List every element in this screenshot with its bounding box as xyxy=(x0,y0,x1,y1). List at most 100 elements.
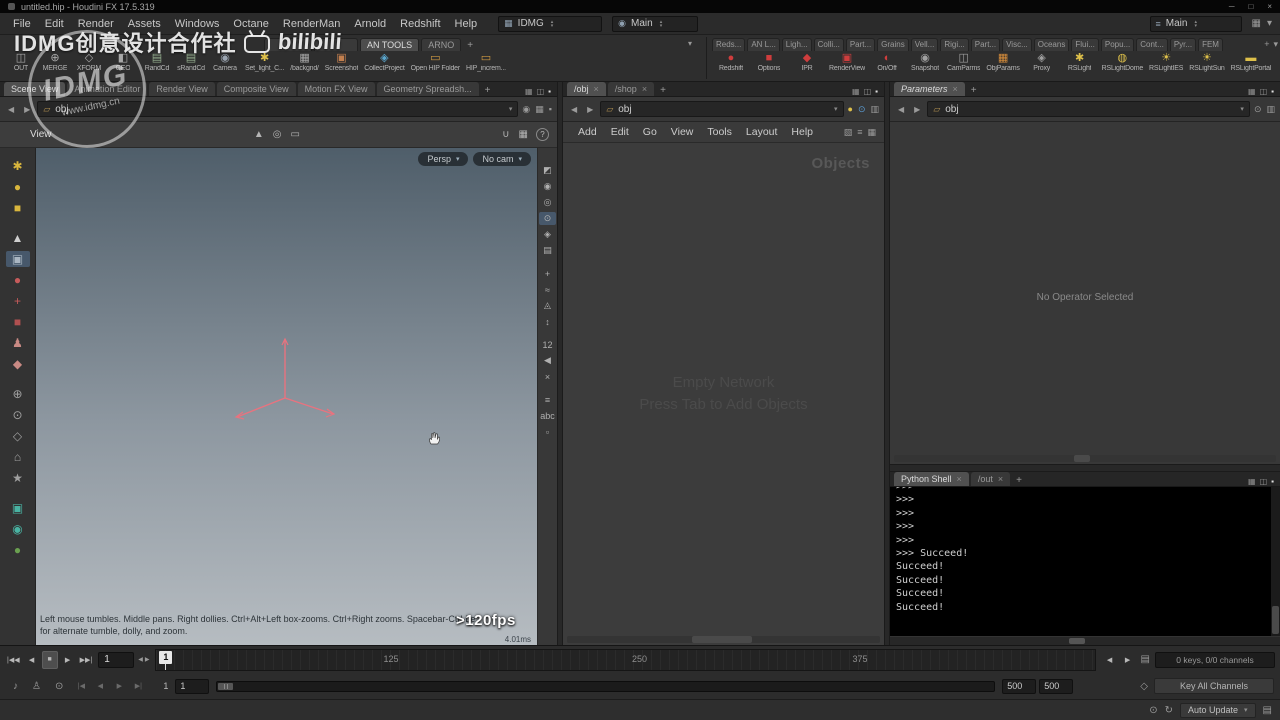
shelf-tool-randcd[interactable]: ▤ RandCd xyxy=(140,51,174,73)
shelf-tool-rslightdome[interactable]: ◍ RSLightDome xyxy=(1099,51,1146,73)
shelf-tab[interactable]: Rigi... xyxy=(940,38,968,51)
forward-button[interactable]: ▶ xyxy=(584,104,596,115)
pane-tab-list-icon[interactable]: ▦ xyxy=(852,87,860,96)
add-pane-tab-button[interactable]: + xyxy=(967,85,981,96)
select-arrow-icon[interactable]: ▲ xyxy=(254,129,264,140)
shelf-tool-screenshot[interactable]: ▣ Screenshot xyxy=(322,51,361,73)
rotate-tool-icon[interactable]: ● xyxy=(6,272,30,288)
range-fwd-icon[interactable]: ▶ xyxy=(111,677,127,695)
chevron-down-icon[interactable]: ▾ xyxy=(1273,39,1278,50)
shelf-tab[interactable]: FEM xyxy=(1198,38,1223,51)
timeline-ruler[interactable]: 1 125250375 xyxy=(155,649,1095,671)
translate-tool-icon[interactable]: + xyxy=(6,293,30,309)
shelf-tab[interactable]: AN TOOLS xyxy=(360,38,419,51)
shelf-tab[interactable]: Part... xyxy=(846,38,875,51)
desktop-combo[interactable]: ▦ IDMG ▴▾ xyxy=(498,16,602,32)
shelf-tab[interactable]: Colli... xyxy=(814,38,844,51)
tool-icon-17[interactable]: ◉ xyxy=(6,521,30,537)
display-normals-icon[interactable]: ⊙ xyxy=(539,212,556,225)
shelf-tool-rslight[interactable]: ✱ RSLight xyxy=(1061,51,1099,73)
realtime-clock-icon[interactable]: ⊙ xyxy=(52,681,66,692)
menu-item[interactable]: Redshift xyxy=(393,16,447,32)
help-icon[interactable]: ? xyxy=(536,128,549,141)
pane-tab-list-icon[interactable]: ▦ xyxy=(1248,87,1256,96)
grid-flag-icon[interactable]: ▦ xyxy=(535,104,544,115)
recook-icon[interactable]: ↻ xyxy=(1165,705,1173,716)
menu-item[interactable]: Octane xyxy=(226,16,275,32)
close-icon[interactable]: × xyxy=(998,474,1003,484)
shelf-tab[interactable]: Ligh... xyxy=(782,38,812,51)
range-start-field[interactable]: 1 xyxy=(175,679,209,694)
chevron-down-icon[interactable]: ▾ xyxy=(1267,18,1272,29)
pane-split-icon[interactable]: ◫ xyxy=(1260,87,1268,96)
close-icon[interactable]: × xyxy=(953,84,958,94)
shelf-tab[interactable]: Grains xyxy=(877,38,909,51)
snap-icon[interactable]: ∪ xyxy=(502,129,509,140)
shelf-tool-open-hip-folder[interactable]: ▭ Open HIP Folder xyxy=(408,51,463,73)
viewport[interactable]: Persp ▾ No cam ▾ xyxy=(36,148,537,645)
select-tool-icon[interactable]: ▲ xyxy=(6,230,30,246)
pane-tab[interactable]: Python Shell × xyxy=(894,472,969,486)
menu-item[interactable]: Layout xyxy=(739,125,785,139)
current-frame-field[interactable]: 1 xyxy=(98,652,134,668)
customize-icon[interactable]: ▧ xyxy=(844,127,853,138)
shelf-tool-options[interactable]: ■ Options xyxy=(750,51,788,73)
tool-icon-16[interactable]: ▣ xyxy=(6,500,30,516)
shelf-tool-camera[interactable]: ◉ Camera xyxy=(208,51,242,73)
forward-button[interactable]: ▶ xyxy=(21,104,33,115)
network-canvas[interactable]: Objects Empty Network Press Tab to Add O… xyxy=(563,143,884,645)
shelf-tool-collectproject[interactable]: ◈ CollectProject xyxy=(361,51,407,73)
param-list-icon[interactable]: ▥ xyxy=(1266,104,1275,115)
shell-vscrollbar[interactable] xyxy=(1271,487,1280,636)
chevron-down-icon[interactable]: ▾ xyxy=(688,39,692,48)
display-materials-icon[interactable]: ◈ xyxy=(539,228,556,241)
shelf-tab-obscured[interactable] xyxy=(264,38,312,51)
camera-select-button[interactable]: No cam ▾ xyxy=(473,152,531,166)
shelf-tool-rslightsun[interactable]: ☀ RSLightSun xyxy=(1186,51,1227,73)
add-pane-tab-button[interactable]: + xyxy=(481,85,495,96)
close-icon[interactable]: × xyxy=(594,84,599,94)
jump-end-button[interactable]: ▶▶| xyxy=(78,651,95,669)
python-shell-console[interactable]: >>>>>>>>>>>>>>>>>> Succeed!Succeed!Succe… xyxy=(890,487,1280,636)
next-key-button[interactable]: ▶ xyxy=(1120,651,1136,669)
range-end-field[interactable]: 500 xyxy=(1002,679,1036,694)
auto-update-combo[interactable]: Auto Update ▾ xyxy=(1180,703,1256,718)
network-path-input[interactable]: ▱ obj ▾ xyxy=(600,101,843,117)
spinner-icon[interactable]: ▴▾ xyxy=(1194,20,1197,28)
close-icon[interactable]: × xyxy=(642,84,647,94)
shelf-tab[interactable]: Reds... xyxy=(712,38,745,51)
range-end-field-2[interactable]: 500 xyxy=(1039,679,1073,694)
pose-icon[interactable]: ♙ xyxy=(29,681,44,692)
shelf-tool-snapshot[interactable]: ◉ Snapshot xyxy=(906,51,944,73)
display-wire-icon[interactable]: ◉ xyxy=(539,180,556,193)
lasso-select-icon[interactable]: ▭ xyxy=(290,129,299,140)
persp-button[interactable]: Persp ▾ xyxy=(418,152,468,166)
jump-start-button[interactable]: |◀◀ xyxy=(5,651,22,669)
shelf-tool-merge[interactable]: ⊕ MERGE xyxy=(38,51,72,73)
shelf-tool-proxy[interactable]: ◈ Proxy xyxy=(1023,51,1061,73)
close-icon[interactable]: × xyxy=(957,474,962,484)
menu-item[interactable]: Arnold xyxy=(347,16,393,32)
range-slider[interactable] xyxy=(216,681,995,692)
shell-hscrollbar[interactable] xyxy=(890,636,1280,645)
range-back-icon[interactable]: ◀ xyxy=(92,677,108,695)
pan-hand-icon[interactable]: ⊙ xyxy=(1149,705,1157,716)
range-end-icon[interactable]: ▶| xyxy=(130,677,146,695)
maximize-button[interactable]: □ xyxy=(1248,2,1253,11)
display-points-icon[interactable]: ◎ xyxy=(539,196,556,209)
shelf-tab[interactable]: Oceans xyxy=(1034,38,1070,51)
netview-icon[interactable]: ⊙ xyxy=(858,104,866,115)
pane-tab-list-icon[interactable]: ▦ xyxy=(525,87,533,96)
tool-yellow-sphere-icon[interactable]: ● xyxy=(6,179,30,195)
pane-maximize-icon[interactable]: ▪ xyxy=(549,104,552,114)
back-button[interactable]: ◀ xyxy=(568,104,580,115)
menu-item[interactable]: Render xyxy=(71,16,121,32)
pane-split-icon[interactable]: ◫ xyxy=(864,87,872,96)
grid-snap-icon[interactable]: ▦ xyxy=(519,129,528,140)
tool-yellow-box-icon[interactable]: ■ xyxy=(6,200,30,216)
add-shelf-tab-button[interactable]: + xyxy=(463,40,477,51)
minimize-button[interactable]: ─ xyxy=(1229,2,1235,11)
play-button[interactable]: ▶ xyxy=(60,651,76,669)
shelf-tab[interactable]: AN L... xyxy=(747,38,779,51)
pane-tab[interactable]: Render View xyxy=(149,82,214,96)
